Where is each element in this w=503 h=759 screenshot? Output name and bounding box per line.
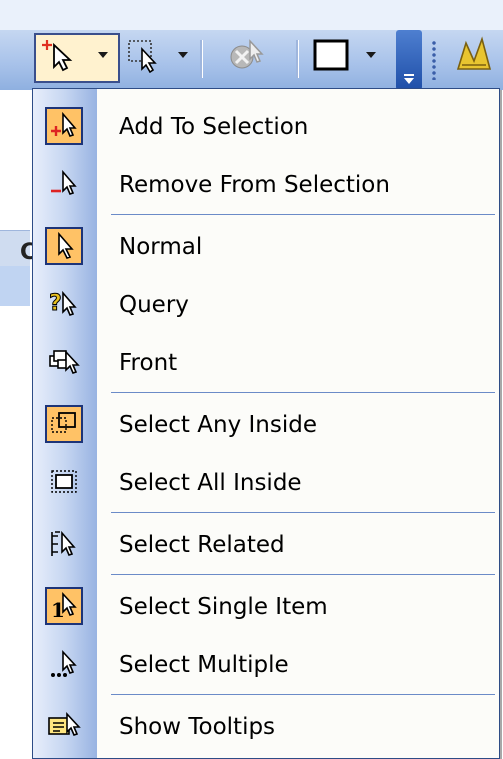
menu-separator [111, 574, 495, 575]
background-document: C [0, 90, 36, 759]
select-single-item-icon: 1 [45, 587, 83, 625]
menu-item-select-multiple[interactable]: Select Multiple [33, 636, 499, 694]
toolbar-grip[interactable] [432, 40, 436, 80]
menu-separator [111, 214, 495, 215]
menu-item-label: Add To Selection [119, 114, 309, 140]
yellow-tool-icon[interactable] [452, 33, 496, 77]
add-to-selection-dropdown-arrow[interactable] [98, 33, 108, 77]
menu-item-label: Select Related [119, 532, 285, 558]
menu-separator [111, 512, 495, 513]
add-to-selection-icon [45, 107, 83, 145]
select-any-inside-icon [45, 405, 83, 443]
remove-from-selection-icon [45, 165, 83, 203]
toolbar-separator [200, 40, 203, 78]
background-row [0, 266, 30, 306]
frame-rectangle-dropdown-arrow[interactable] [366, 33, 376, 77]
menu-item-normal[interactable]: Normal [33, 218, 499, 276]
select-rectangle-icon[interactable] [126, 33, 166, 77]
toolbar-top-band [0, 0, 503, 30]
select-rectangle-dropdown-arrow[interactable] [178, 33, 188, 77]
menu-separator [111, 392, 495, 393]
query-pointer-icon: ? [45, 285, 83, 323]
add-to-selection-toolbar-icon [40, 33, 80, 77]
menu-item-label: Show Tooltips [119, 714, 276, 740]
menu-item-label: Remove From Selection [119, 172, 390, 198]
clear-selection-icon [224, 33, 268, 77]
menu-item-label: Query [119, 292, 189, 318]
toolbar-overflow-button[interactable] [396, 30, 422, 90]
selection-toolbar [0, 0, 503, 90]
select-all-inside-icon [45, 463, 83, 501]
selection-options-menu: Add To Selection Remove From Selection N… [32, 88, 500, 759]
menu-item-select-any-inside[interactable]: Select Any Inside [33, 396, 499, 454]
menu-item-select-single-item[interactable]: 1 Select Single Item [33, 578, 499, 636]
menu-item-label: Select Single Item [119, 594, 328, 620]
show-tooltips-icon [45, 707, 83, 745]
menu-item-label: Select All Inside [119, 470, 302, 496]
svg-text:?: ? [49, 291, 62, 316]
menu-item-query[interactable]: ? Query [33, 276, 499, 334]
menu-item-remove-from-selection[interactable]: Remove From Selection [33, 156, 499, 214]
menu-item-front[interactable]: Front [33, 334, 499, 392]
menu-item-label: Normal [119, 234, 203, 260]
toolbar-separator [296, 40, 299, 78]
select-multiple-icon [45, 645, 83, 683]
normal-pointer-icon [45, 227, 83, 265]
menu-item-show-tooltips[interactable]: Show Tooltips [33, 698, 499, 756]
select-related-icon [45, 525, 83, 563]
menu-item-select-related[interactable]: Select Related [33, 516, 499, 574]
menu-separator [111, 694, 495, 695]
menu-item-add-to-selection[interactable]: Add To Selection [33, 98, 499, 156]
menu-item-select-all-inside[interactable]: Select All Inside [33, 454, 499, 512]
menu-item-label: Select Multiple [119, 652, 289, 678]
menu-item-label: Select Any Inside [119, 412, 317, 438]
front-pointer-icon [45, 343, 83, 381]
frame-rectangle-icon[interactable] [312, 33, 352, 77]
menu-item-label: Front [119, 350, 178, 376]
